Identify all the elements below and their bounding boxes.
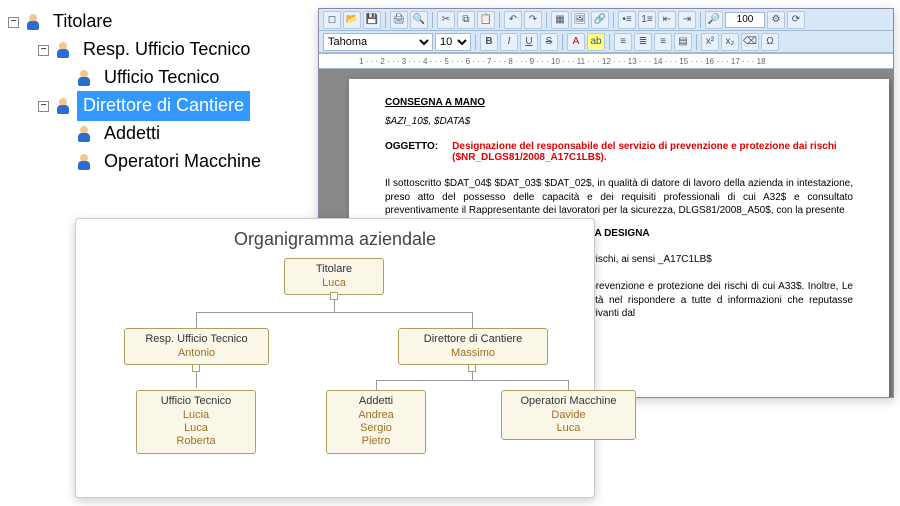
tree-label: Resp. Ufficio Tecnico	[77, 35, 256, 64]
cut-icon[interactable]: ✂	[437, 11, 455, 29]
org-node-addetti[interactable]: Addetti Andrea Sergio Pietro	[326, 390, 426, 454]
org-names: Davide Luca	[510, 409, 627, 435]
subscript-icon[interactable]: x₂	[721, 33, 739, 51]
org-role: Titolare	[293, 263, 375, 275]
align-center-icon[interactable]: ≣	[634, 33, 652, 51]
org-role: Direttore di Cantiere	[407, 333, 539, 345]
doc-oggetto-text: Designazione del responsabile del serviz…	[452, 141, 853, 163]
underline-icon[interactable]: U	[520, 33, 538, 51]
org-chart-title: Organigramma aziendale	[76, 229, 594, 250]
person-icon	[76, 154, 92, 170]
org-role: Ufficio Tecnico	[145, 395, 247, 407]
clear-format-icon[interactable]: ⌫	[741, 33, 759, 51]
person-icon	[55, 42, 71, 58]
person-icon	[55, 98, 71, 114]
org-node-ufficio-tecnico[interactable]: Ufficio Tecnico Lucia Luca Roberta	[136, 390, 256, 454]
person-icon	[76, 126, 92, 142]
zoom-input[interactable]	[725, 12, 765, 28]
align-right-icon[interactable]: ≡	[654, 33, 672, 51]
org-role: Resp. Ufficio Tecnico	[133, 333, 260, 345]
image-icon[interactable]: 🖼	[571, 11, 589, 29]
doc-body1: Il sottoscritto $DAT_04$ $DAT_03$ $DAT_0…	[385, 177, 853, 218]
org-node-operatori[interactable]: Operatori Macchine Davide Luca	[501, 390, 636, 440]
save-icon[interactable]: 💾	[363, 11, 381, 29]
link-icon[interactable]: 🔗	[591, 11, 609, 29]
copy-icon[interactable]: ⧉	[457, 11, 475, 29]
tree-label: Titolare	[47, 7, 118, 36]
org-names: Massimo	[407, 347, 539, 360]
org-node-direttore[interactable]: Direttore di Cantiere Massimo	[398, 328, 548, 365]
org-node-resp-ut[interactable]: Resp. Ufficio Tecnico Antonio	[124, 328, 269, 365]
new-icon[interactable]: ◻	[323, 11, 341, 29]
highlight-icon[interactable]: ab	[587, 33, 605, 51]
tree-item-operatori[interactable]: Operatori Macchine	[8, 148, 267, 176]
open-icon[interactable]: 📂	[343, 11, 361, 29]
outdent-icon[interactable]: ⇤	[658, 11, 676, 29]
tree-item-direttore[interactable]: − Direttore di Cantiere	[8, 92, 267, 120]
tree-label: Addetti	[98, 119, 166, 148]
org-connector-stub	[468, 364, 476, 372]
org-names: Luca	[293, 277, 375, 290]
org-tree: − Titolare − Resp. Ufficio Tecnico Uffic…	[8, 8, 267, 176]
italic-icon[interactable]: I	[500, 33, 518, 51]
preview-icon[interactable]: 🔍	[410, 11, 428, 29]
toolbar-top: ◻ 📂 💾 🖨 🔍 ✂ ⧉ 📋 ↶ ↷ ▦ 🖼 🔗 •≡ 1≡ ⇤ ⇥ 🔎 ⚙ …	[319, 9, 893, 31]
font-select[interactable]: Tahoma	[323, 33, 433, 51]
undo-icon[interactable]: ↶	[504, 11, 522, 29]
org-names: Andrea Sergio Pietro	[335, 409, 417, 449]
tree-label: Direttore di Cantiere	[77, 91, 250, 120]
align-left-icon[interactable]: ≡	[614, 33, 632, 51]
paste-icon[interactable]: 📋	[477, 11, 495, 29]
size-select[interactable]: 10	[435, 33, 471, 51]
doc-placeholders: $AZI_10$, $DATA$	[385, 116, 853, 127]
find-icon[interactable]: 🔎	[705, 11, 723, 29]
font-color-icon[interactable]: A	[567, 33, 585, 51]
org-chart-area: Titolare Luca Resp. Ufficio Tecnico Anto…	[76, 258, 594, 488]
indent-icon[interactable]: ⇥	[678, 11, 696, 29]
org-role: Operatori Macchine	[510, 395, 627, 407]
justify-icon[interactable]: ▤	[674, 33, 692, 51]
person-icon	[76, 70, 92, 86]
person-icon	[25, 14, 41, 30]
tree-item-addetti[interactable]: Addetti	[8, 120, 267, 148]
numbering-icon[interactable]: 1≡	[638, 11, 656, 29]
print-icon[interactable]: 🖨	[390, 11, 408, 29]
refresh-icon[interactable]: ⟳	[787, 11, 805, 29]
strike-icon[interactable]: S	[540, 33, 558, 51]
collapse-icon[interactable]: −	[38, 45, 49, 56]
doc-consegna: CONSEGNA A MANO	[385, 97, 853, 108]
tree-label: Operatori Macchine	[98, 147, 267, 176]
tree-item-ufficio-tecnico[interactable]: Ufficio Tecnico	[8, 64, 267, 92]
tree-item-titolare[interactable]: − Titolare	[8, 8, 267, 36]
table-icon[interactable]: ▦	[551, 11, 569, 29]
org-names: Lucia Luca Roberta	[145, 409, 247, 449]
redo-icon[interactable]: ↷	[524, 11, 542, 29]
org-role: Addetti	[335, 395, 417, 407]
toolbar-format: Tahoma 10 B I U S A ab ≡ ≣ ≡ ▤ x² x₂ ⌫ Ω	[319, 31, 893, 53]
symbol-icon[interactable]: Ω	[761, 33, 779, 51]
collapse-icon[interactable]: −	[8, 17, 19, 28]
doc-oggetto-label: OGGETTO:	[385, 141, 438, 163]
superscript-icon[interactable]: x²	[701, 33, 719, 51]
org-node-titolare[interactable]: Titolare Luca	[284, 258, 384, 295]
tree-label: Ufficio Tecnico	[98, 63, 225, 92]
ruler[interactable]: 1 · · · 2 · · · 3 · · · 4 · · · 5 · · · …	[319, 53, 893, 69]
org-chart-panel: Organigramma aziendale Titolare Luca Res…	[75, 218, 595, 498]
org-connector-stub	[192, 364, 200, 372]
bold-icon[interactable]: B	[480, 33, 498, 51]
tree-item-resp-ufficio[interactable]: − Resp. Ufficio Tecnico	[8, 36, 267, 64]
settings-icon[interactable]: ⚙	[767, 11, 785, 29]
org-names: Antonio	[133, 347, 260, 360]
org-connector-stub	[330, 292, 338, 300]
collapse-icon[interactable]: −	[38, 101, 49, 112]
bullets-icon[interactable]: •≡	[618, 11, 636, 29]
